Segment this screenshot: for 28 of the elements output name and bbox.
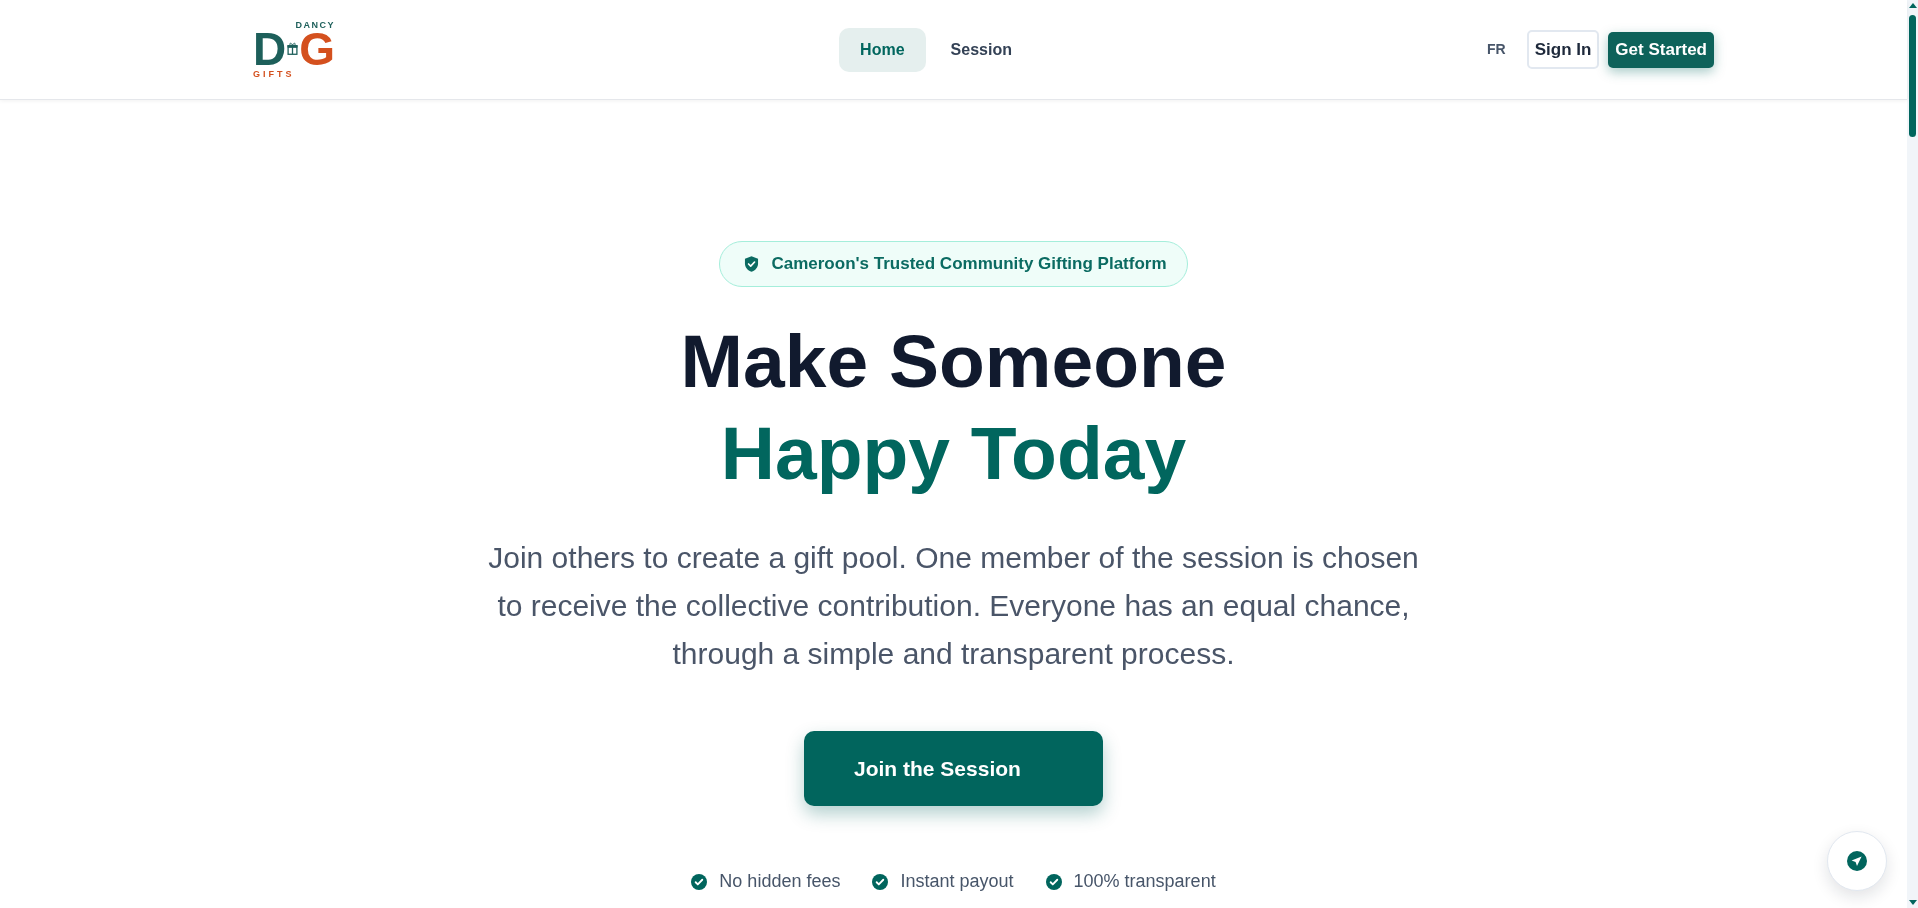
check-circle-icon bbox=[1045, 873, 1062, 890]
shield-check-icon bbox=[744, 256, 760, 272]
gift-icon bbox=[287, 41, 299, 55]
nav-tab[interactable]: Session bbox=[929, 27, 1033, 72]
hero-description: Join others to create a gift pool. One member of the session is chosen to receive the collective contribution. Everyone has an equal chance, through a simple and transparent process. bbox=[487, 540, 1420, 672]
logo-text[interactable]: DANCY bbox=[295, 20, 335, 30]
scroll-up-arrow-icon[interactable] bbox=[1908, 3, 1917, 8]
feature-text: Instant payout bbox=[900, 870, 1014, 893]
language-button[interactable]: FR bbox=[1487, 39, 1506, 60]
logo-letter[interactable]: D bbox=[253, 30, 287, 67]
logo-letter[interactable]: G bbox=[299, 30, 335, 67]
scroll-down-arrow-icon[interactable] bbox=[1908, 900, 1917, 905]
badge-text: Cameroon's Trusted Community Gifting Platform bbox=[771, 253, 1167, 276]
scrollbar-thumb[interactable] bbox=[1909, 15, 1916, 137]
feature-text: 100% transparent bbox=[1073, 870, 1216, 893]
scrollbar[interactable] bbox=[1907, 0, 1918, 908]
check-circle-icon bbox=[872, 873, 889, 890]
get-started-button[interactable]: Get Started bbox=[1608, 31, 1714, 68]
sign-in-button[interactable]: Sign In bbox=[1526, 30, 1600, 69]
headline: Make Someone bbox=[680, 318, 1227, 405]
paper-plane-icon bbox=[1847, 851, 1867, 871]
logo-text[interactable]: GIFTS bbox=[253, 69, 295, 79]
headline-highlight: Happy Today bbox=[720, 410, 1187, 497]
feature-text: No hidden fees bbox=[719, 870, 841, 893]
floating-button[interactable] bbox=[1827, 831, 1887, 891]
nav-tab[interactable]: Home bbox=[839, 27, 926, 72]
check-circle-icon bbox=[691, 873, 708, 890]
join-session-button[interactable]: Join the Session bbox=[804, 731, 1103, 806]
